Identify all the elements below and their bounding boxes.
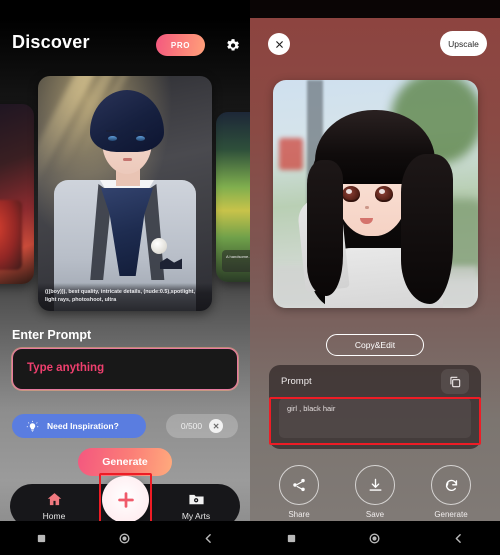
circle-icon[interactable] [368, 532, 381, 545]
generate-again-button[interactable]: Generate Again [421, 465, 481, 521]
square-icon[interactable] [286, 533, 297, 544]
artwork-figure [108, 136, 117, 141]
page-title: Discover [12, 32, 90, 52]
upscale-button[interactable]: Upscale [440, 31, 487, 56]
artwork-figure [151, 238, 167, 254]
circle-icon[interactable] [118, 532, 131, 545]
image-background [279, 138, 303, 170]
discover-carousel[interactable]: A handsome... ground [0, 66, 250, 316]
refresh-icon [431, 465, 471, 505]
artwork-figure [375, 186, 393, 202]
prompt-input-placeholder: Type anything [27, 362, 105, 374]
carousel-card-active[interactable]: (((boy))), best quality, intricate detai… [38, 76, 212, 311]
sidebar-item-label: My Arts [181, 511, 211, 521]
artwork-figure [365, 206, 369, 209]
carousel-card-next[interactable]: A handsome... ground [216, 112, 250, 282]
share-label: Share [288, 510, 310, 519]
screenshot-root: Discover PRO A handsome... ground [0, 0, 500, 555]
back-chevron-icon[interactable] [202, 532, 215, 545]
pro-badge[interactable]: PRO [156, 34, 205, 56]
artwork-figure [342, 186, 360, 202]
generate-again-label-line1: Generate [434, 510, 468, 519]
save-button[interactable]: Save [345, 465, 405, 521]
home-icon [24, 490, 84, 509]
artwork-figure [106, 130, 118, 132]
share-button[interactable]: Share [269, 465, 329, 521]
left-screen-body: Discover PRO A handsome... ground [0, 18, 250, 521]
need-inspiration-button[interactable]: Need Inspiration? [12, 414, 146, 438]
system-nav-bar-left [0, 521, 250, 555]
close-circle-icon[interactable]: ✕ [209, 419, 224, 433]
carousel-next-caption: A handsome... ground [222, 250, 250, 272]
share-icon [279, 465, 319, 505]
highlight-box-fab [99, 473, 152, 521]
artwork-figure [90, 90, 164, 152]
prompt-card-title: Prompt [281, 376, 312, 387]
download-icon [355, 465, 395, 505]
left-screen: Discover PRO A handsome... ground [0, 0, 250, 555]
sidebar-item-my-arts[interactable]: My Arts [166, 490, 226, 521]
system-nav-bar-right [250, 521, 500, 555]
copy-button[interactable] [441, 369, 469, 394]
character-counter: 0/500 ✕ [166, 414, 238, 438]
artwork-figure [136, 136, 145, 141]
gear-icon[interactable] [222, 35, 242, 55]
prompt-input[interactable]: Type anything [12, 348, 238, 390]
artwork-figure [307, 160, 343, 296]
copy-icon [448, 375, 462, 389]
enter-prompt-label: Enter Prompt [12, 328, 92, 342]
left-header: Discover PRO [0, 24, 250, 64]
carousel-card-previous[interactable] [0, 104, 34, 284]
lightbulb-icon [26, 420, 39, 433]
right-screen-body: Upscale Copy&Edit Prompt girl , black ha… [250, 18, 500, 521]
generate-button[interactable]: Generate [78, 448, 172, 476]
need-inspiration-label: Need Inspiration? [47, 421, 119, 431]
generated-image[interactable] [273, 80, 478, 308]
artwork-figure [134, 130, 146, 132]
artwork-figure [123, 158, 132, 161]
artwork-figure [401, 154, 453, 304]
character-counter-text: 0/500 [180, 421, 203, 431]
status-bar-right [250, 0, 500, 18]
artwork-caption: (((boy))), best quality, intricate detai… [38, 283, 212, 311]
sidebar-item-home[interactable]: Home [24, 490, 84, 521]
highlight-box-prompt [269, 397, 481, 445]
square-icon[interactable] [36, 533, 47, 544]
close-icon [274, 39, 285, 50]
close-button[interactable] [268, 33, 290, 55]
action-buttons: Share Save Generate [269, 465, 481, 521]
save-label: Save [365, 510, 385, 519]
folder-image-icon [166, 490, 226, 509]
status-bar-left [0, 0, 250, 18]
copy-edit-button[interactable]: Copy&Edit [326, 334, 424, 356]
sidebar-item-label: Home [42, 511, 66, 521]
right-screen: Upscale Copy&Edit Prompt girl , black ha… [250, 0, 500, 555]
back-chevron-icon[interactable] [452, 532, 465, 545]
